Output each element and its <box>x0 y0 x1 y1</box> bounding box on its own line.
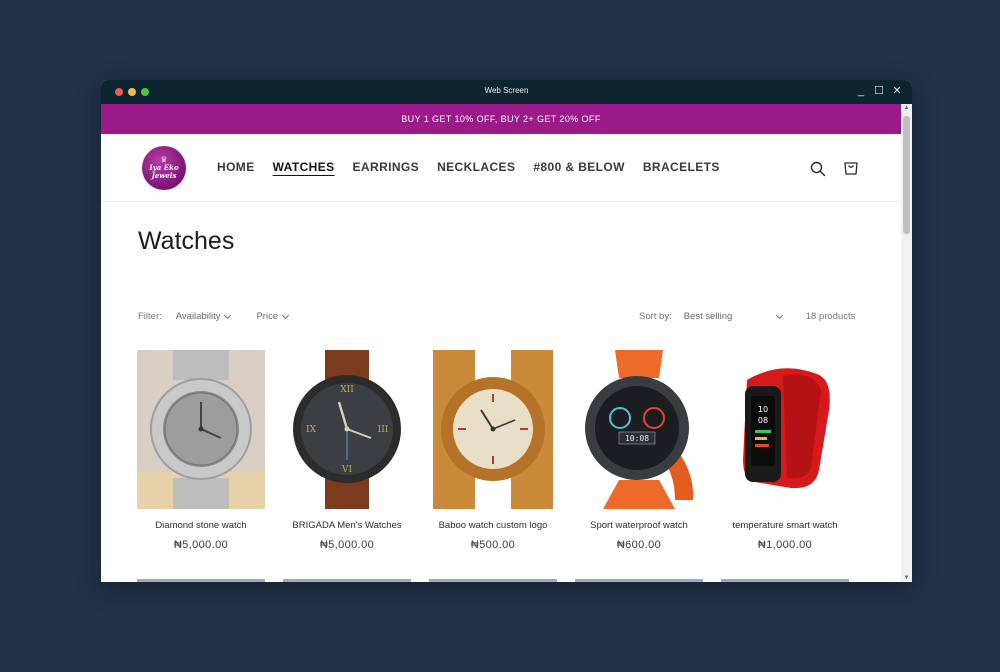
product-card[interactable]: XII III VI IX BRIGADA Men's Watches ₦5,0… <box>283 350 411 582</box>
card-divider <box>429 579 557 582</box>
minimize-icon[interactable]: _ <box>856 85 866 97</box>
product-title[interactable]: Sport waterproof watch <box>575 520 703 531</box>
svg-text:10:08: 10:08 <box>625 434 649 443</box>
product-image-brigada-watch[interactable]: XII III VI IX <box>283 350 411 509</box>
search-button[interactable] <box>809 160 827 178</box>
sort-select[interactable]: Best selling <box>683 311 783 322</box>
card-divider <box>137 579 265 582</box>
store-logo[interactable]: ♛ Iya Eko Jewels <box>142 146 186 190</box>
product-price: ₦500.00 <box>470 539 516 551</box>
window-titlebar: Web Screen _ ☐ ✕ <box>101 80 912 104</box>
product-title[interactable]: Baboo watch custom logo <box>429 520 557 531</box>
availability-filter[interactable]: Availability <box>175 311 232 322</box>
product-price: ₦5,000.00 <box>319 539 375 551</box>
cart-icon <box>844 162 858 175</box>
price-filter-label: Price <box>256 311 279 322</box>
product-grid: Diamond stone watch ₦5,000.00 XII III VI… <box>137 350 849 582</box>
product-title[interactable]: temperature smart watch <box>721 520 849 531</box>
product-title[interactable]: Diamond stone watch <box>137 520 265 531</box>
product-count: 18 products <box>805 311 856 322</box>
site-header: ♛ Iya Eko Jewels HOME WATCHES EARRINGS N… <box>101 134 901 202</box>
nav-item-watches[interactable]: WATCHES <box>273 160 335 174</box>
chevron-down-icon <box>775 311 783 319</box>
product-card[interactable]: Diamond stone watch ₦5,000.00 <box>137 350 265 582</box>
product-card[interactable]: Baboo watch custom logo ₦500.00 <box>429 350 557 582</box>
nav-item-earrings[interactable]: EARRINGS <box>353 160 420 174</box>
nav-item-bracelets[interactable]: BRACELETS <box>643 160 720 174</box>
window-title: Web Screen <box>484 86 529 95</box>
card-divider <box>721 579 849 582</box>
product-image-sport-watch[interactable]: 10:08 <box>575 350 703 509</box>
window-controls: _ ☐ ✕ <box>856 85 902 97</box>
product-price: ₦600.00 <box>616 539 662 551</box>
product-image-wood-watch[interactable] <box>429 350 557 509</box>
nav-item-home[interactable]: HOME <box>217 160 255 174</box>
sort-selected-value: Best selling <box>683 311 733 322</box>
browser-window: Web Screen _ ☐ ✕ BUY 1 GET 10% OFF, BUY … <box>101 80 912 582</box>
chevron-down-icon <box>282 311 290 319</box>
maximize-icon[interactable]: ☐ <box>874 85 884 97</box>
chevron-down-icon <box>224 311 232 319</box>
svg-text:III: III <box>378 425 389 435</box>
card-divider <box>575 579 703 582</box>
logo-text-line2: Jewels <box>151 171 177 180</box>
product-image-smart-band[interactable]: 10 08 <box>721 350 849 509</box>
product-image-diamond-watch[interactable] <box>137 350 265 509</box>
price-filter[interactable]: Price <box>256 311 290 322</box>
close-icon[interactable]: ✕ <box>892 85 902 97</box>
main-nav: HOME WATCHES EARRINGS NECKLACES #800 & B… <box>217 160 720 174</box>
sort-bar: Sort by: Best selling 18 products <box>639 311 855 322</box>
svg-text:IX: IX <box>306 425 317 435</box>
sort-label: Sort by: <box>639 311 672 322</box>
svg-text:08: 08 <box>758 416 768 425</box>
nav-item-800-and-below[interactable]: #800 & BELOW <box>533 160 625 174</box>
store-page: BUY 1 GET 10% OFF, BUY 2+ GET 20% OFF ♛ … <box>101 104 901 582</box>
product-price: ₦5,000.00 <box>173 539 229 551</box>
availability-filter-label: Availability <box>175 311 221 322</box>
search-icon <box>810 161 826 177</box>
announcement-bar: BUY 1 GET 10% OFF, BUY 2+ GET 20% OFF <box>101 104 901 134</box>
scroll-up-icon[interactable]: ▲ <box>901 105 912 111</box>
product-card[interactable]: 10 08 temperature smart watch ₦1,000.00 <box>721 350 849 582</box>
scrollbar-thumb[interactable] <box>903 116 910 234</box>
vertical-scrollbar[interactable]: ▲ ▼ <box>901 104 912 582</box>
svg-text:VI: VI <box>341 465 352 475</box>
cart-button[interactable] <box>842 159 860 177</box>
announcement-text: BUY 1 GET 10% OFF, BUY 2+ GET 20% OFF <box>401 114 601 124</box>
nav-item-necklaces[interactable]: NECKLACES <box>437 160 515 174</box>
filter-bar: Filter: Availability Price <box>138 311 314 322</box>
card-divider <box>283 579 411 582</box>
page-viewport: BUY 1 GET 10% OFF, BUY 2+ GET 20% OFF ♛ … <box>101 104 912 582</box>
svg-text:10: 10 <box>758 405 768 414</box>
product-price: ₦1,000.00 <box>757 539 813 551</box>
product-title[interactable]: BRIGADA Men's Watches <box>283 520 411 531</box>
product-card[interactable]: 10:08 Sport waterproof watch ₦600.00 <box>575 350 703 582</box>
collection-title: Watches <box>138 227 235 255</box>
svg-text:XII: XII <box>340 385 354 395</box>
scroll-down-icon[interactable]: ▼ <box>901 575 912 581</box>
filter-label: Filter: <box>138 311 162 322</box>
